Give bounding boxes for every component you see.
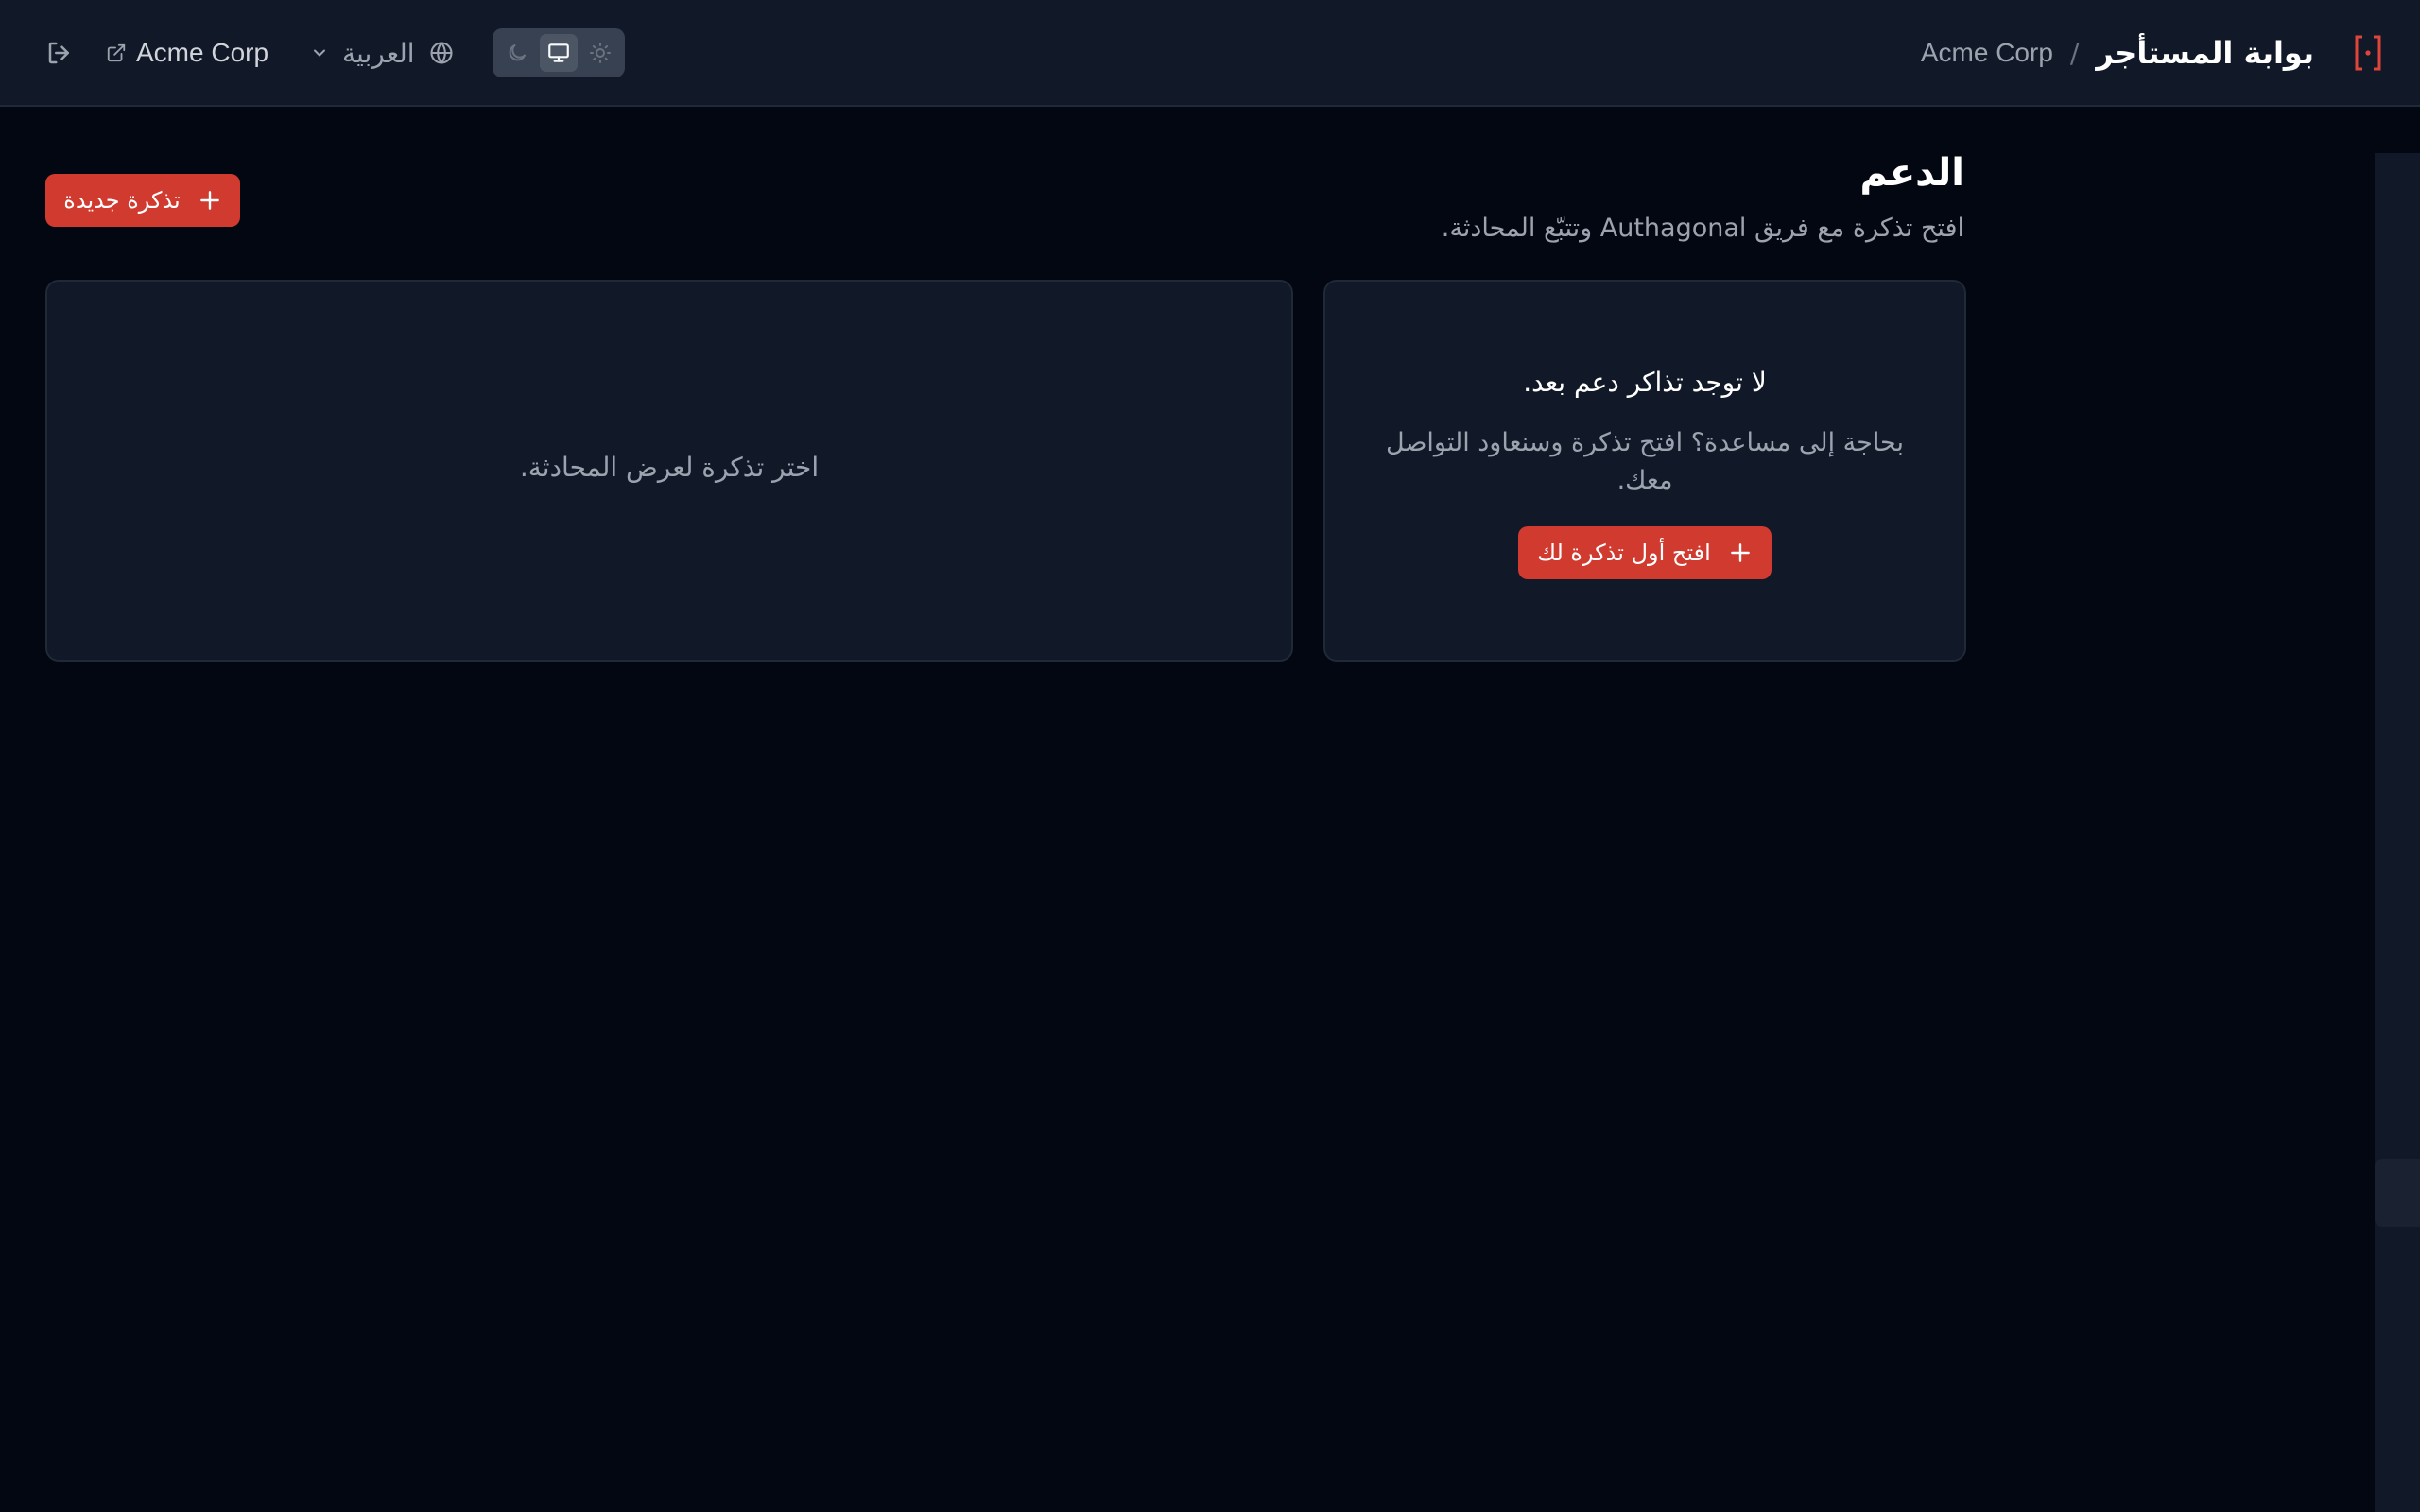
new-ticket-label: تذكرة جديدة (63, 187, 181, 214)
breadcrumb-separator: / (2069, 37, 2080, 69)
top-bar: Acme Corp / بوابة المستأجر Acme Corp الع… (0, 0, 2420, 107)
language-select[interactable]: العربية (310, 38, 455, 69)
open-first-ticket-button[interactable]: افتح أول تذكرة لك (1518, 526, 1772, 579)
plus-icon (199, 191, 219, 210)
chevron-down-icon (314, 49, 326, 57)
open-first-ticket-label: افتح أول تذكرة لك (1537, 540, 1711, 566)
tenant-external-link[interactable]: Acme Corp (106, 38, 268, 68)
theme-toggle (492, 28, 625, 77)
top-bar-actions: Acme Corp العربية (45, 0, 625, 106)
theme-light-option[interactable] (581, 34, 619, 72)
language-label: العربية (342, 37, 415, 69)
moon-icon (509, 44, 526, 61)
external-link-icon (107, 43, 126, 62)
scrollbar-thumb[interactable] (2375, 1159, 2420, 1227)
theme-dark-option[interactable] (498, 34, 536, 72)
monitor-icon (547, 43, 569, 62)
ticket-list-panel: لا توجد تذاكر دعم بعد. بحاجة إلى مساعدة؟… (1323, 280, 1966, 662)
logo-icon[interactable] (2354, 34, 2382, 72)
conversation-placeholder: اختر تذكرة لعرض المحادثة. (519, 452, 820, 483)
sun-icon (589, 43, 611, 63)
globe-icon (430, 42, 453, 64)
theme-system-option[interactable] (539, 34, 578, 72)
empty-state-description: بحاجة إلى مساعدة؟ افتح تذكرة وسنعاود الت… (1386, 428, 1904, 495)
logout-icon[interactable] (45, 39, 74, 67)
page-title: الدعم (1859, 151, 1964, 195)
page-subtitle: افتح تذكرة مع فريق Authagonal وتتبّع الم… (1441, 214, 1964, 243)
conversation-panel: اختر تذكرة لعرض المحادثة. (45, 280, 1293, 662)
empty-state-title: لا توجد تذاكر دعم بعد. (1523, 367, 1767, 398)
portal-title[interactable]: بوابة المستأجر (2096, 35, 2314, 71)
tenant-link-label: Acme Corp (136, 38, 269, 67)
breadcrumb-tenant[interactable]: Acme Corp (1921, 38, 2053, 68)
plus-icon (1730, 543, 1750, 562)
new-ticket-button[interactable]: تذكرة جديدة (45, 174, 240, 227)
brand-breadcrumb: Acme Corp / بوابة المستأجر (1921, 0, 2382, 106)
scrollbar-track[interactable] (2375, 153, 2420, 1512)
empty-state: لا توجد تذاكر دعم بعد. بحاجة إلى مساعدة؟… (1325, 367, 1964, 579)
